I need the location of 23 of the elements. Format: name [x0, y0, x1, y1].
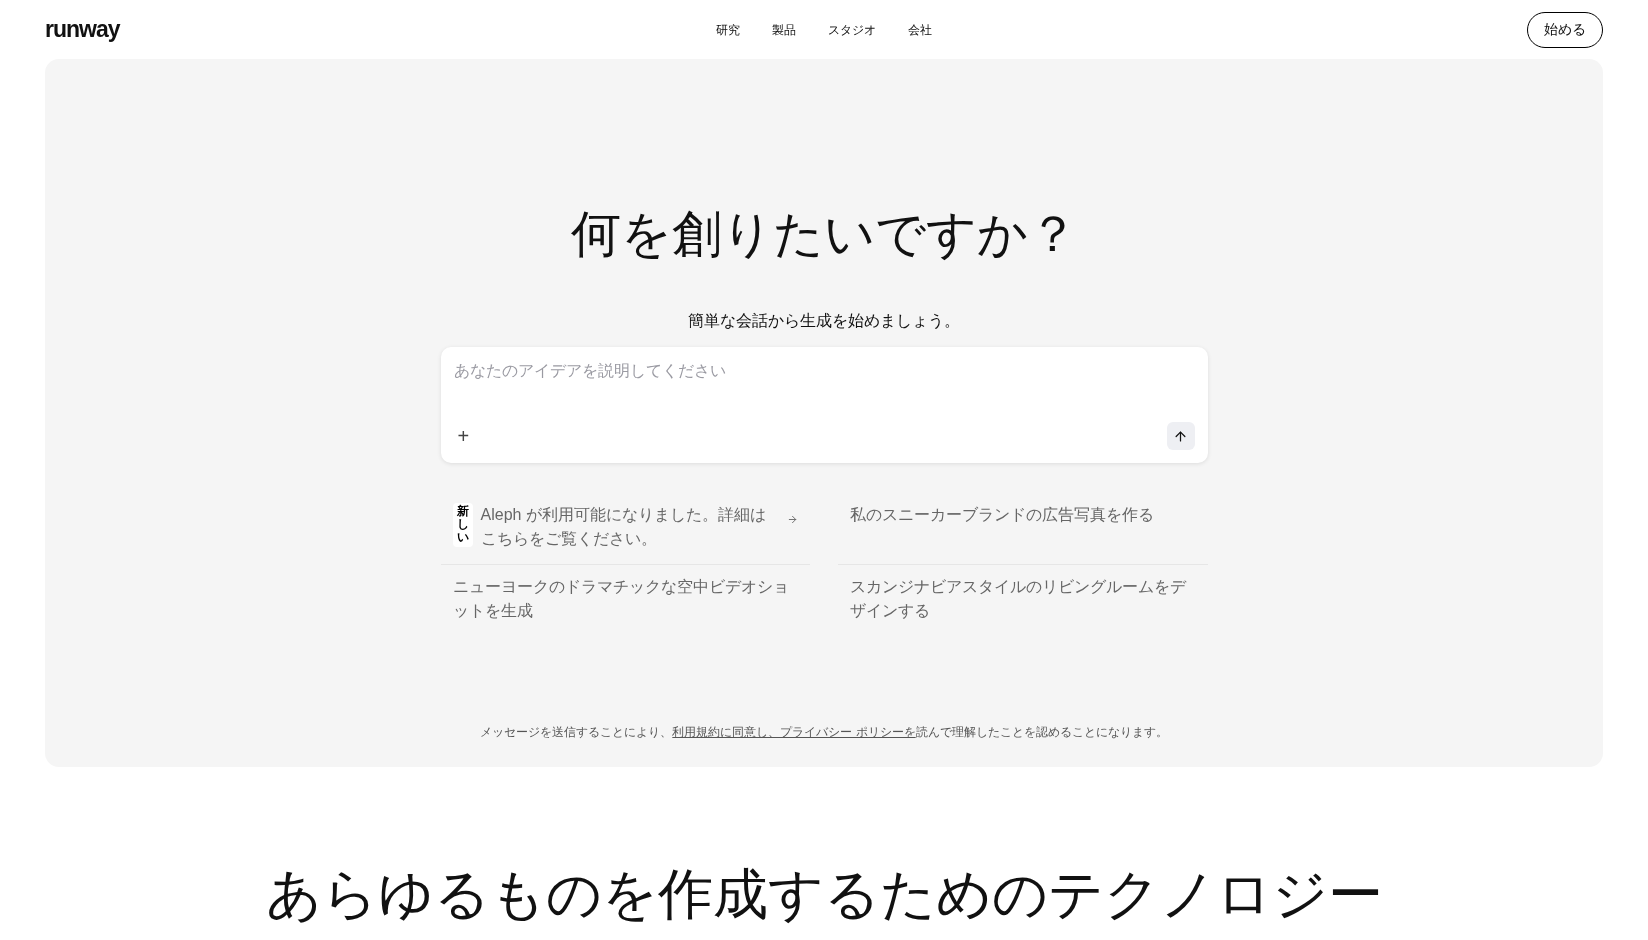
legal-text: メッセージを送信することにより、利用規約に同意し、プライバシー ポリシーを読んで理解したことを認めることになります。	[480, 724, 1168, 741]
suggestion-item[interactable]: ニューヨークのドラマチックな空中ビデオショットを生成	[440, 565, 810, 637]
nav-link[interactable]: 会社	[908, 20, 932, 39]
suggestion-item[interactable]: 私のスニーカーブランドの広告写真を作る	[838, 493, 1208, 565]
suggestion-text: スカンジナビアスタイルのリビングルームをデザインする	[850, 577, 1188, 621]
hero-subtitle: 簡単な会話から生成を始めましょう。	[688, 311, 960, 331]
arrow-right-icon	[787, 514, 798, 525]
prompt-field[interactable]: あなたのアイデアを説明してください	[453, 359, 1195, 383]
nav-link[interactable]: 製品	[772, 20, 796, 39]
new-badge: 新しい	[452, 503, 473, 547]
nav-link[interactable]: スタジオ	[828, 20, 876, 39]
suggestion-text: ニューヨークのドラマチックな空中ビデオショットを生成	[452, 577, 790, 621]
nav-link[interactable]: 研究	[716, 20, 740, 39]
suggestion-text: 私のスニーカーブランドの広告写真を作る	[850, 505, 1154, 525]
suggestion-item[interactable]: スカンジナビアスタイルのリビングルームをデザインする	[838, 565, 1208, 637]
send-button[interactable]	[1166, 422, 1195, 450]
prompt-box[interactable]: あなたのアイデアを説明してください +	[440, 347, 1208, 463]
terms-link[interactable]: 利用規約に同意し、プライバシー ポリシーを	[672, 725, 916, 739]
section-heading: あらゆるものを作成するためのテクノロジー	[264, 867, 1384, 922]
add-button[interactable]: +	[453, 421, 474, 451]
hero-title: 何を創りたいですか？	[570, 209, 1078, 259]
suggestion-text: Aleph が利用可能になりました。詳細はこちらをご覧ください。	[480, 505, 767, 549]
logo[interactable]: runway	[45, 16, 120, 43]
